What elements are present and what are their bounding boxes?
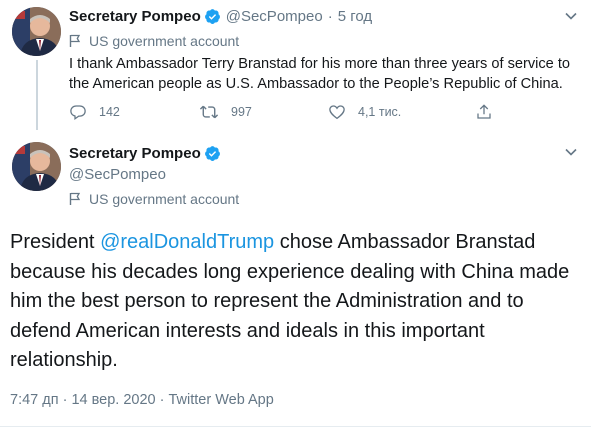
divider (0, 426, 591, 427)
flag-icon (69, 34, 81, 47)
avatar[interactable] (12, 142, 61, 191)
tweet-1-actions: 142 997 4,1 тис. (69, 103, 499, 125)
reply-button[interactable]: 142 (69, 103, 120, 121)
display-name[interactable]: Secretary Pompeo (69, 145, 201, 162)
tweet-2-header: Secretary Pompeo (69, 145, 221, 162)
tweet-1-text: I thank Ambassador Terry Branstad for hi… (69, 56, 571, 92)
avatar[interactable] (12, 7, 61, 56)
retweet-button[interactable]: 997 (199, 103, 252, 121)
tweet-meta[interactable]: 7:47 дп · 14 вер. 2020 · Twitter Web App (10, 392, 274, 408)
like-button[interactable]: 4,1 тис. (328, 103, 401, 121)
display-name[interactable]: Secretary Pompeo (69, 8, 201, 25)
gov-account-label[interactable]: US government account (69, 191, 239, 207)
share-button[interactable] (475, 103, 505, 121)
tweet-text-before: President (10, 231, 101, 253)
reply-icon (70, 105, 86, 120)
gov-account-text: US government account (89, 33, 240, 49)
mention-link[interactable]: @realDonaldTrump (100, 231, 274, 253)
share-icon (477, 104, 491, 119)
handle[interactable]: @SecPompeo (69, 166, 166, 183)
retweet-icon (199, 105, 219, 119)
chevron-down-icon[interactable] (563, 8, 579, 24)
handle[interactable]: @SecPompeo (226, 8, 323, 25)
like-count: 4,1 тис. (358, 105, 402, 119)
like-icon (329, 105, 345, 120)
reply-count: 142 (99, 105, 120, 119)
verified-badge-icon (204, 145, 221, 162)
flag-icon (69, 192, 81, 205)
thread-line (36, 60, 38, 130)
verified-badge-icon (204, 8, 221, 25)
gov-account-label[interactable]: US government account (69, 33, 239, 49)
avatar-image (12, 142, 61, 191)
avatar-image (12, 7, 61, 56)
tweet-1-header: Secretary Pompeo @SecPompeo · 5 год (69, 8, 372, 25)
timestamp-link[interactable]: 5 год (338, 8, 372, 25)
tweet-2-text: President @realDonaldTrump chose Ambassa… (10, 228, 585, 376)
chevron-down-icon[interactable] (563, 144, 579, 160)
gov-account-text: US government account (89, 191, 240, 207)
separator-dot: · (327, 8, 333, 25)
retweet-count: 997 (231, 105, 252, 119)
